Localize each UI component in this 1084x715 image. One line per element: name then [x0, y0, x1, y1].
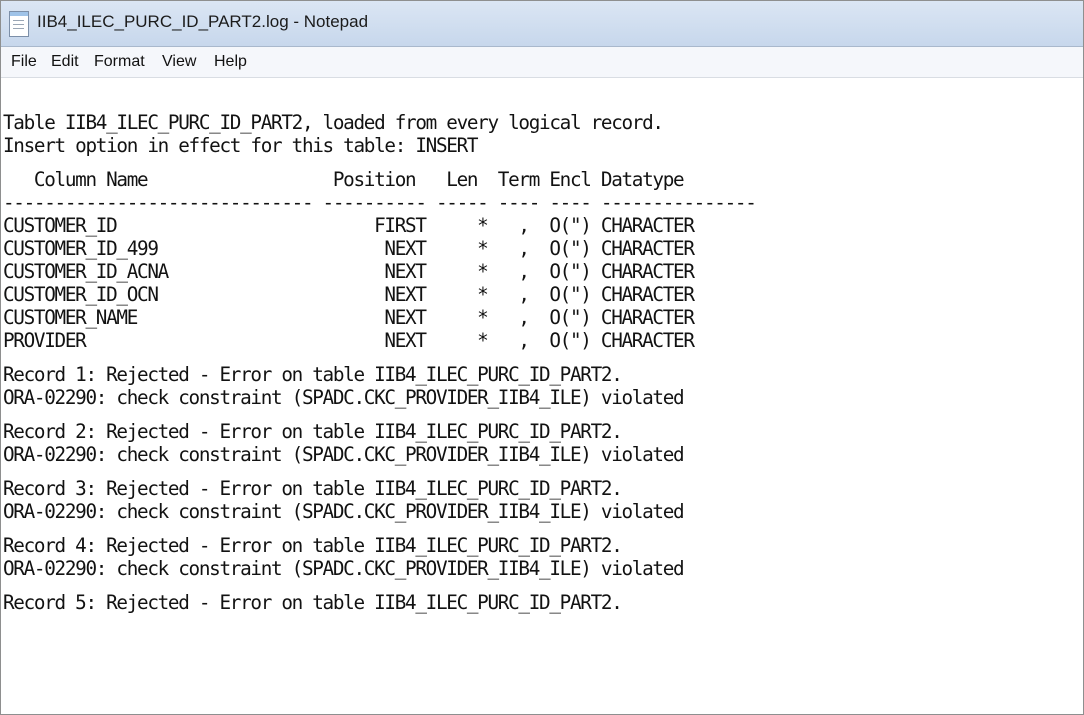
- menu-view[interactable]: View: [162, 53, 196, 71]
- log-line: CUSTOMER_ID_499 NEXT * , O(") CHARACTER: [3, 237, 695, 260]
- menu-help[interactable]: Help: [214, 53, 247, 71]
- log-line: ORA-02290: check constraint (SPADC.CKC_P…: [3, 386, 685, 409]
- menu-format[interactable]: Format: [94, 53, 145, 71]
- log-line: Insert option in effect for this table: …: [3, 134, 478, 157]
- log-line: ORA-02290: check constraint (SPADC.CKC_P…: [3, 557, 685, 580]
- log-line: Record 1: Rejected - Error on table IIB4…: [3, 363, 623, 386]
- log-line: Table IIB4_ILEC_PURC_ID_PART2, loaded fr…: [3, 111, 664, 134]
- log-line: Record 2: Rejected - Error on table IIB4…: [3, 420, 623, 443]
- log-line: Column Name Position Len Term Encl Datat…: [3, 168, 685, 191]
- log-line: ORA-02290: check constraint (SPADC.CKC_P…: [3, 443, 685, 466]
- log-text: Table IIB4_ILEC_PURC_ID_PART2, loaded fr…: [3, 111, 757, 614]
- log-line: CUSTOMER_ID FIRST * , O(") CHARACTER: [3, 214, 695, 237]
- title-bar[interactable]: IIB4_ILEC_PURC_ID_PART2.log - Notepad: [1, 1, 1083, 47]
- notepad-icon: [9, 11, 29, 37]
- log-line: ------------------------------ ---------…: [3, 191, 757, 214]
- menu-edit[interactable]: Edit: [51, 53, 79, 71]
- log-line: CUSTOMER_ID_OCN NEXT * , O(") CHARACTER: [3, 283, 695, 306]
- text-editor[interactable]: Table IIB4_ILEC_PURC_ID_PART2, loaded fr…: [1, 78, 1083, 714]
- log-line: CUSTOMER_NAME NEXT * , O(") CHARACTER: [3, 306, 695, 329]
- log-line: CUSTOMER_ID_ACNA NEXT * , O(") CHARACTER: [3, 260, 695, 283]
- log-line: Record 3: Rejected - Error on table IIB4…: [3, 477, 623, 500]
- log-line: PROVIDER NEXT * , O(") CHARACTER: [3, 329, 695, 352]
- log-line: ORA-02290: check constraint (SPADC.CKC_P…: [3, 500, 685, 523]
- menu-bar: File Edit Format View Help: [1, 47, 1083, 78]
- log-line: Record 4: Rejected - Error on table IIB4…: [3, 534, 623, 557]
- notepad-window: IIB4_ILEC_PURC_ID_PART2.log - Notepad Fi…: [0, 0, 1084, 715]
- log-line: Record 5: Rejected - Error on table IIB4…: [3, 591, 623, 614]
- window-title: IIB4_ILEC_PURC_ID_PART2.log - Notepad: [37, 12, 369, 31]
- menu-file[interactable]: File: [11, 53, 37, 71]
